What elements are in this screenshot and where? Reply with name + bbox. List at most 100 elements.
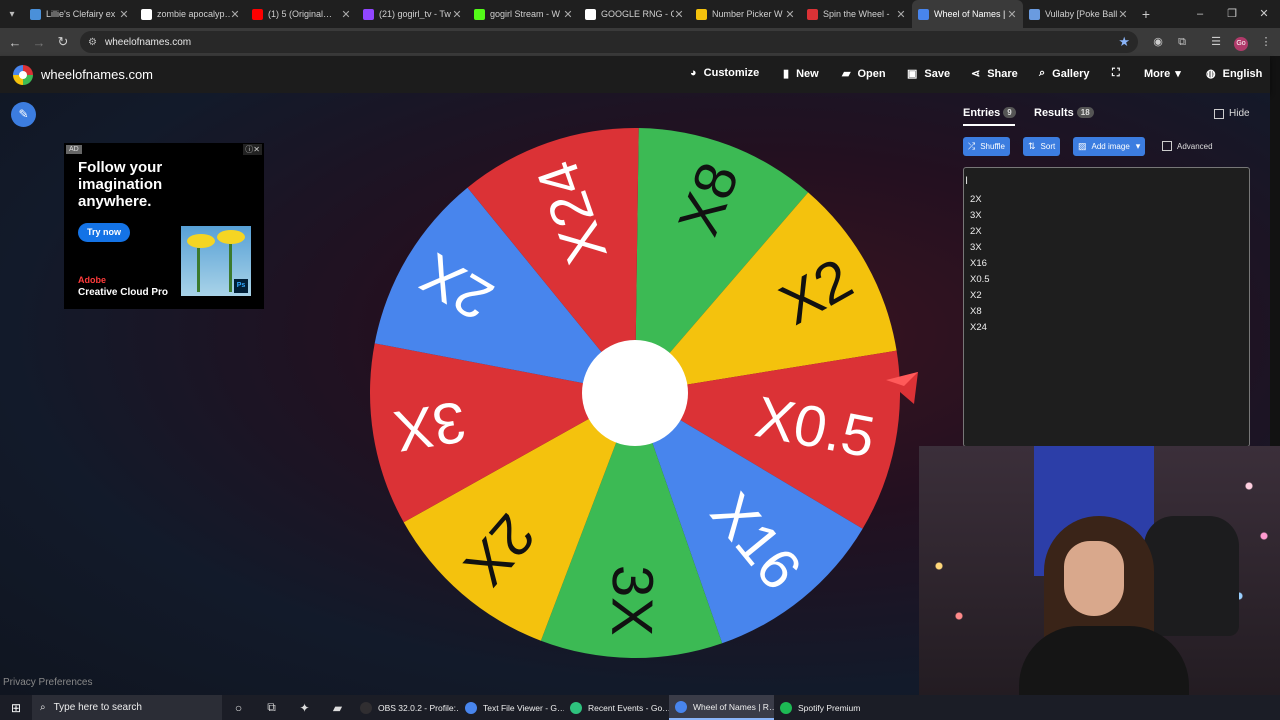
taskbar-app[interactable]: OBS 32.0.2 - Profile:… [354,695,459,720]
extension-icon[interactable]: ◉ [1148,28,1168,56]
browser-tab[interactable]: gogirl Stream - W ✕ [468,0,579,28]
wheel-center-hub[interactable] [582,340,688,446]
tab-favicon-icon [1029,8,1040,20]
windows-taskbar: ⊞ ⌕ Type here to search ○ ⧉ ✦ ▰ OBS 32.0.… [0,695,1280,720]
ad-headline: Follow your imagination anywhere. [78,159,163,210]
tab-close-icon[interactable]: ✕ [1118,8,1128,21]
taskbar-app[interactable]: Spotify Premium [774,695,879,720]
ad-close-icon[interactable]: ⓘ✕ [243,144,262,155]
taskbar-app[interactable]: Text File Viewer - G… [459,695,564,720]
browser-tab-bar: ▾ Lillie's Clefairy ex ✕ zombie apocalyp… ✕… [0,0,1280,28]
new-button[interactable]: ▮ New [783,67,819,81]
tab-label: Vullaby [Poke Ball [1045,9,1118,19]
back-icon[interactable]: ← [3,35,27,50]
customize-button[interactable]: ◕ Customize [690,67,759,79]
task-view-icon[interactable]: ⧉ [255,700,288,715]
tab-close-icon[interactable]: ✕ [563,8,573,21]
cortana-icon[interactable]: ○ [222,701,255,715]
share-button[interactable]: ⋖ Share [971,67,1018,81]
advanced-checkbox[interactable]: Advanced [1162,141,1213,151]
tab-close-icon[interactable]: ✕ [341,8,351,21]
tab-close-icon[interactable]: ✕ [674,8,684,21]
reload-icon[interactable]: ↻ [51,34,75,50]
browser-tab[interactable]: (1) 5 (Original… ✕ [246,0,357,28]
tab-favicon-icon [141,8,152,20]
wheel-logo-icon[interactable] [13,65,33,85]
save-button[interactable]: ▣ Save [907,67,950,81]
tab-search-icon[interactable]: ▾ [0,9,24,20]
tab-entries[interactable]: Entries 9 [963,107,1016,119]
ad-tag: AD [66,145,82,154]
panel-tabs: Entries 9 Results 18 [963,107,1253,123]
url-input[interactable]: ⚙ wheelofnames.com ★ [80,31,1138,53]
entry-line: X16 [970,258,987,269]
checkbox-icon[interactable] [1162,141,1172,151]
browser-menu-icon[interactable]: ⋮ [1256,28,1276,56]
language-button[interactable]: ◍ English [1206,67,1262,81]
taskbar-app[interactable]: Recent Events - Go… [564,695,669,720]
edit-pencil-button[interactable]: ✎ [11,102,36,127]
add-image-button[interactable]: ▨ Add image ▾ [1073,137,1146,156]
close-window-icon[interactable]: ✕ [1248,0,1280,28]
tab-close-icon[interactable]: ✕ [785,8,795,21]
taskbar-search-box[interactable]: ⌕ Type here to search [32,695,222,720]
restore-icon[interactable]: ❐ [1216,0,1248,28]
taskbar-app-label: OBS 32.0.2 - Profile:… [378,702,459,713]
save-icon: ▣ [907,68,918,80]
tab-favicon-icon [474,8,485,20]
site-name[interactable]: wheelofnames.com [41,67,153,82]
taskbar-app[interactable]: Wheel of Names | R… [669,695,774,720]
new-tab-button[interactable]: + [1134,6,1158,22]
puzzle-icon[interactable]: ⧉ [1172,28,1192,56]
advertisement[interactable]: AD ⓘ✕ Follow your imagination anywhere. … [64,143,264,309]
fullscreen-button[interactable]: ⛶ [1112,67,1127,80]
tab-close-icon[interactable]: ✕ [452,8,462,21]
file-icon: ▮ [783,68,790,80]
browser-tab[interactable]: GOOGLE RNG - G ✕ [579,0,690,28]
tab-close-icon[interactable]: ✕ [119,8,129,21]
tab-label: Number Picker W [712,9,783,19]
browser-tab[interactable]: zombie apocalyp… ✕ [135,0,246,28]
profile-avatar[interactable]: Go [1231,28,1251,56]
shuffle-button[interactable]: ⤮ Shuffle [963,137,1010,156]
checkbox-icon[interactable] [1214,108,1224,119]
site-info-icon[interactable]: ⚙ [88,37,97,48]
browser-tab[interactable]: (21) gogirl_tv - Tw ✕ [357,0,468,28]
forward-icon[interactable]: → [27,35,51,50]
windows-start-icon[interactable]: ⊞ [0,701,32,715]
app-icon [360,701,372,714]
reading-list-icon[interactable]: ☰ [1206,28,1226,56]
gallery-button[interactable]: ⌕ Gallery [1039,67,1089,80]
ad-image: Ps [181,226,251,296]
caret-down-icon: ▾ [1175,68,1181,80]
taskbar-app-label: Spotify Premium [798,702,861,713]
browser-tab[interactable]: Lillie's Clefairy ex ✕ [24,0,135,28]
open-button[interactable]: ▰ Open [842,67,886,81]
browser-tab[interactable]: Vullaby [Poke Ball ✕ [1023,0,1134,28]
tab-favicon-icon [696,8,707,20]
minimize-icon[interactable]: – [1184,0,1216,28]
search-icon: ⌕ [40,702,46,713]
browser-tab[interactable]: Number Picker W ✕ [690,0,801,28]
spin-wheel[interactable]: X8X2X0.5X163X2X3X2XX24 [368,126,902,660]
hide-checkbox[interactable]: Hide [1214,108,1250,119]
privacy-preferences-link[interactable]: Privacy Preferences [3,677,92,688]
entries-textarea[interactable]: I 2X 3X 2X 3X X16 X0.5 X2 X8 X24 [963,167,1250,447]
sort-button[interactable]: ⇅ Sort [1023,137,1061,156]
bookmark-star-icon[interactable]: ★ [1118,34,1130,50]
caret-down-icon: ▾ [1135,141,1141,151]
tab-favicon-icon [918,8,929,20]
more-button[interactable]: More ▾ [1144,67,1181,81]
tab-results[interactable]: Results 18 [1034,107,1094,119]
share-icon: ⋖ [971,68,981,80]
browser-tab[interactable]: Wheel of Names | ✕ [912,0,1023,28]
app-icon [570,701,582,714]
tab-close-icon[interactable]: ✕ [896,8,906,21]
tab-close-icon[interactable]: ✕ [1007,8,1017,21]
copilot-icon[interactable]: ✦ [288,701,321,715]
file-explorer-icon[interactable]: ▰ [321,701,354,715]
browser-tab[interactable]: Spin the Wheel - ✕ [801,0,912,28]
tab-close-icon[interactable]: ✕ [230,8,240,21]
entry-line: 2X [970,194,982,205]
ad-try-now-button[interactable]: Try now [78,223,130,242]
